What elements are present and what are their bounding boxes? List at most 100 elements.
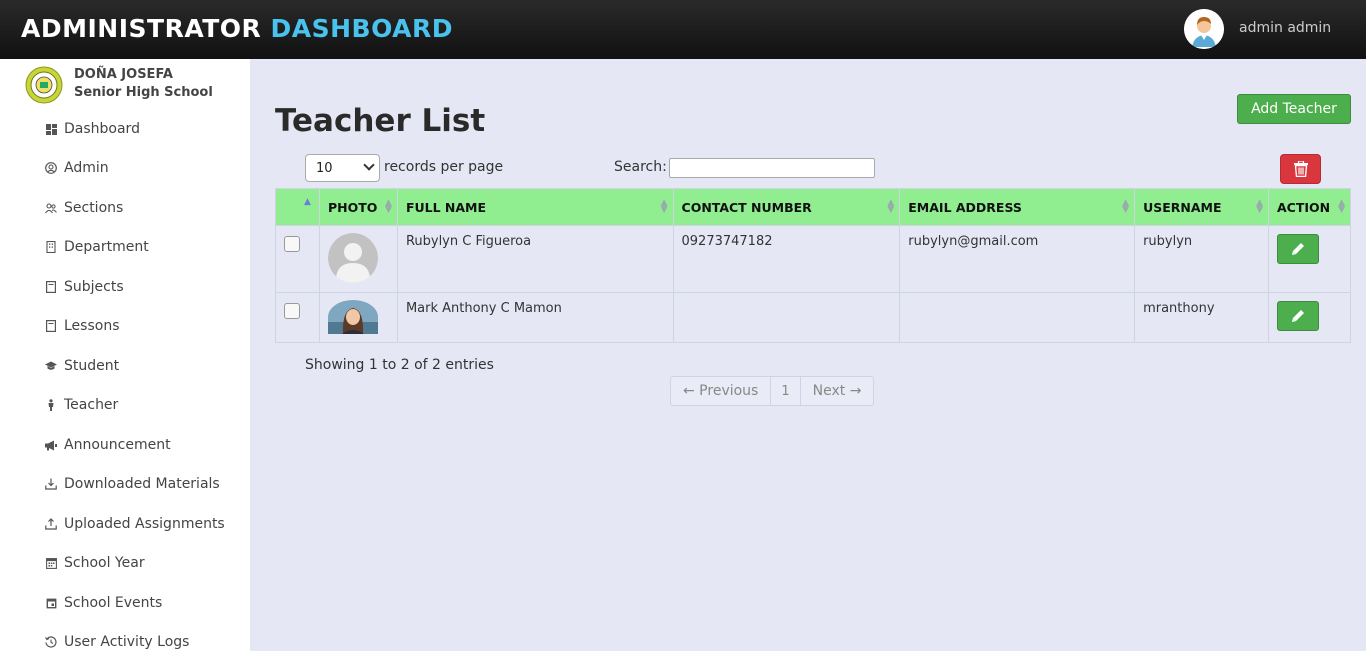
sidebar-item-lessons[interactable]: Lessons [45,316,120,336]
sidebar-item-label: School Events [64,595,163,611]
action-cell [1267,292,1352,343]
username-cell: rubylyn [1134,225,1269,293]
sidebar-item-label: Dashboard [64,121,140,137]
search-input[interactable] [669,158,875,178]
records-per-page-select[interactable]: 10 [305,154,380,182]
sidebar-item-label: Downloaded Materials [64,476,220,492]
column-header-full-name[interactable]: FULL NAME ▲ ▼ [396,188,674,226]
main-content: Teacher List Add Teacher 10 records per … [250,59,1366,651]
sort-icon: ▲ ▼ [1338,198,1345,215]
sidebar-item-admin[interactable]: Admin [45,158,109,178]
column-header-email-address[interactable]: EMAIL ADDRESS ▲ ▼ [899,188,1136,226]
sidebar-item-label: Student [64,358,120,374]
sidebar-item-subjects[interactable]: Subjects [45,277,124,297]
building-icon [45,241,57,253]
sort-icon: ▲ ▼ [660,198,668,215]
sort-icon: ▲ ▼ [385,198,392,215]
delete-button[interactable] [1280,154,1321,184]
teacher-table: ▲ PHOTO ▲ ▼ FULL NAME ▲ ▼ CONTACT NUMBER ▲… [275,188,1352,343]
book-icon [45,281,57,293]
column-header-photo[interactable]: PHOTO ▲ ▼ [318,188,398,226]
user-name[interactable]: admin admin [1239,20,1331,36]
sidebar-item-student[interactable]: Student [45,356,119,376]
sidebar-item-label: User Activity Logs [64,634,190,650]
sidebar-item-label: Sections [64,200,124,216]
teacher-photo [327,300,378,334]
download-icon [45,478,57,490]
column-header-action[interactable]: ACTION ▲ ▼ [1267,188,1352,226]
row-checkbox[interactable] [284,303,300,319]
pencil-icon [1291,243,1304,255]
sidebar-item-uploaded-assignments[interactable]: Uploaded Assignments [45,514,225,534]
current-page-button[interactable]: 1 [770,377,801,405]
sidebar-item-label: Teacher [64,397,119,413]
sidebar-item-department[interactable]: Department [45,237,149,257]
sidebar-item-school-year[interactable]: School Year [45,553,145,573]
row-checkbox[interactable] [284,236,300,252]
edit-button[interactable] [1276,234,1319,264]
full-name-cell: Rubylyn C Figueroa [396,225,674,293]
portrait-photo-icon [327,300,378,334]
sidebar-item-label: Subjects [64,279,124,295]
table-header-row: ▲ PHOTO ▲ ▼ FULL NAME ▲ ▼ CONTACT NUMBER ▲… [275,188,1352,226]
megaphone-icon [45,439,57,451]
username-cell: mranthony [1134,292,1269,343]
sidebar-item-downloaded-materials[interactable]: Downloaded Materials [45,474,220,494]
row-select-cell [275,225,320,293]
trash-icon [1293,161,1308,177]
action-cell [1267,225,1352,293]
app-title-main: ADMINISTRATOR [21,14,262,43]
school-name-line2: Senior High School [74,85,213,100]
sidebar-item-announcement[interactable]: Announcement [45,435,171,455]
sidebar-item-label: Uploaded Assignments [64,516,225,532]
person-icon [45,399,57,411]
email-cell [899,292,1136,343]
edit-button[interactable] [1276,301,1319,331]
upload-icon [45,518,57,530]
table-info: Showing 1 to 2 of 2 entries [305,357,494,373]
search-label: Search: [614,159,667,175]
email-cell: rubylyn@gmail.com [899,225,1136,293]
app-title: ADMINISTRATOR DASHBOARD [21,14,453,43]
user-avatar[interactable] [1184,9,1224,49]
sidebar-item-dashboard[interactable]: Dashboard [45,119,140,139]
app-title-accent: DASHBOARD [270,14,454,43]
sidebar-item-label: Lessons [64,318,120,334]
column-header-username[interactable]: USERNAME ▲ ▼ [1134,188,1269,226]
user-circle-icon [45,162,57,174]
history-icon [45,636,57,648]
add-teacher-button[interactable]: Add Teacher [1237,94,1351,124]
book-icon [45,320,57,332]
contact-cell: 09273747182 [672,225,901,293]
table-row: Mark Anthony C Mamon mranthony [275,292,1352,343]
top-bar: ADMINISTRATOR DASHBOARD admin admin [0,0,1366,59]
column-header-select[interactable]: ▲ [275,188,320,226]
school-name-line1: DOÑA JOSEFA [74,67,173,82]
sort-icon: ▲ ▼ [1122,198,1130,215]
records-per-page-label: records per page [384,159,504,175]
next-page-button[interactable]: Next → [801,377,874,405]
school-seal-icon [25,66,63,104]
user-avatar-icon [1184,9,1224,49]
sidebar-item-sections[interactable]: Sections [45,198,123,218]
photo-cell [318,225,398,293]
sidebar: DOÑA JOSEFA Senior High School Dashboard… [0,59,250,651]
calendar-icon [45,557,57,569]
full-name-cell: Mark Anthony C Mamon [396,292,674,343]
photo-cell [318,292,398,343]
sidebar-item-teacher[interactable]: Teacher [45,395,118,415]
users-icon [45,202,57,214]
sidebar-item-label: School Year [64,555,145,571]
records-per-page-value: 10 [316,160,333,176]
teacher-photo [327,233,378,283]
sidebar-item-label: Admin [64,160,109,176]
column-header-contact-number[interactable]: CONTACT NUMBER ▲ ▼ [672,188,901,226]
sidebar-item-user-activity-logs[interactable]: User Activity Logs [45,632,189,651]
previous-page-button[interactable]: ← Previous [671,377,770,405]
page-title: Teacher List [275,103,486,139]
sort-icon: ▲ ▼ [887,198,895,215]
sidebar-item-school-events[interactable]: School Events [45,593,162,613]
default-avatar-icon [327,233,378,283]
row-select-cell [275,292,320,343]
sidebar-item-label: Announcement [64,437,171,453]
